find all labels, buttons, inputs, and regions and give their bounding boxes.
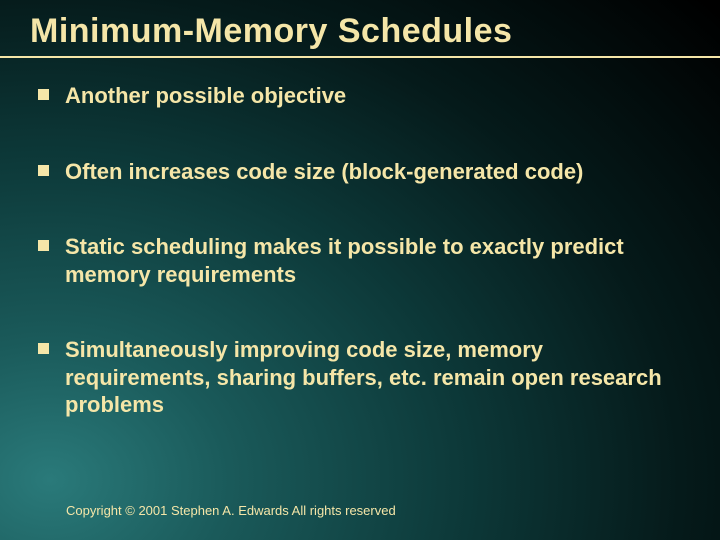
- bullet-text: Static scheduling makes it possible to e…: [65, 233, 690, 288]
- bullet-square-icon: [38, 165, 49, 176]
- bullet-text: Another possible objective: [65, 82, 346, 110]
- bullet-square-icon: [38, 343, 49, 354]
- copyright-footer: Copyright © 2001 Stephen A. Edwards All …: [66, 503, 396, 518]
- bullet-square-icon: [38, 89, 49, 100]
- bullet-item: Another possible objective: [38, 82, 690, 110]
- bullet-text: Simultaneously improving code size, memo…: [65, 336, 690, 419]
- bullet-item: Often increases code size (block-generat…: [38, 158, 690, 186]
- bullet-text: Often increases code size (block-generat…: [65, 158, 583, 186]
- slide-title: Minimum-Memory Schedules: [30, 12, 512, 51]
- title-underline: [0, 56, 720, 58]
- slide-content: Another possible objective Often increas…: [38, 82, 690, 467]
- bullet-square-icon: [38, 240, 49, 251]
- bullet-item: Static scheduling makes it possible to e…: [38, 233, 690, 288]
- bullet-item: Simultaneously improving code size, memo…: [38, 336, 690, 419]
